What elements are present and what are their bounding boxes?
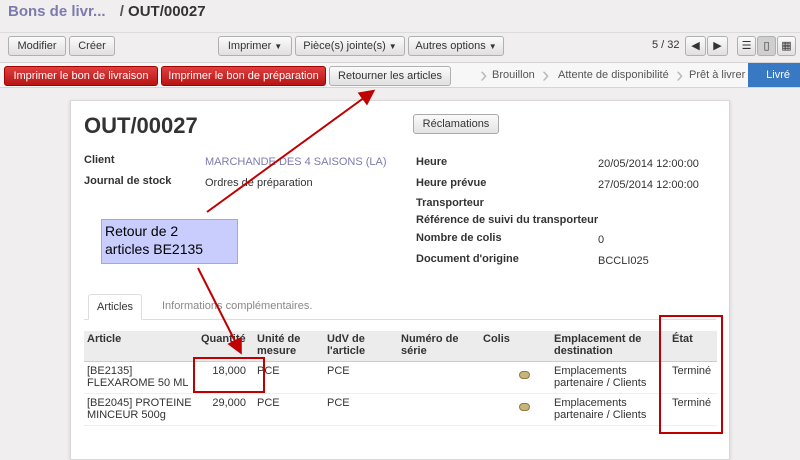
column-header-colis[interactable]: Colis — [480, 331, 551, 362]
annotation-callout: Retour de 2 articles BE2135 — [101, 219, 238, 264]
calendar-view-button[interactable]: ▦ — [777, 36, 796, 56]
cell-serie — [398, 361, 480, 394]
creer-button[interactable]: Créer — [69, 36, 115, 56]
arrow-left-icon: ◀ — [691, 40, 700, 52]
status-bar: Imprimer le bon de livraison Imprimer le… — [0, 62, 800, 88]
previous-record-button[interactable]: ◀ — [685, 36, 706, 56]
nombre-colis-value: 0 — [598, 234, 605, 246]
autres-label: Autres options — [415, 40, 486, 52]
column-header-article[interactable]: Article — [84, 331, 198, 362]
quantity-highlight-box — [193, 357, 265, 393]
pieces-label: Pièce(s) jointe(s) — [303, 40, 386, 52]
return-items-label: Retourner les articles — [338, 70, 442, 82]
stage-attente[interactable]: Attente de disponibilité — [558, 63, 669, 87]
journal-value: Ordres de préparation — [205, 177, 313, 189]
print-prep-label: Imprimer le bon de préparation — [168, 70, 319, 82]
form-icon: ▯ — [763, 40, 770, 52]
tab-bar: Articles Informations complémentaires. — [84, 294, 716, 320]
print-delivery-label: Imprimer le bon de livraison — [13, 70, 149, 82]
heure-value: 20/05/2014 12:00:00 — [598, 158, 699, 170]
modifier-label: Modifier — [17, 40, 57, 52]
column-header-emplacement[interactable]: Emplacement de destination — [551, 331, 669, 362]
document-origine-label: Document d'origine — [416, 253, 519, 265]
autres-options-dropdown[interactable]: Autres options ▼ — [408, 36, 504, 56]
client-label: Client — [84, 154, 115, 166]
pieces-jointes-dropdown[interactable]: Pièce(s) jointe(s) ▼ — [295, 36, 405, 56]
articles-table: Article Quantité Unité de mesure UdV de … — [84, 331, 717, 426]
calendar-icon: ▦ — [781, 40, 792, 52]
annotation-line-1: Retour de 2 — [105, 223, 179, 239]
tab-articles[interactable]: Articles — [88, 294, 143, 320]
document-origine-value: BCCLI025 — [598, 255, 649, 267]
cell-article: [BE2045] PROTEINE MINCEUR 500g — [84, 393, 198, 426]
suivi-label: Référence de suivi du transporteur — [416, 214, 599, 226]
heure-label: Heure — [416, 156, 448, 168]
journal-label: Journal de stock — [84, 175, 172, 187]
column-header-serie[interactable]: Numéro de série — [398, 331, 480, 362]
arrow-right-icon: ▶ — [713, 40, 722, 52]
table-row[interactable]: [BE2135] FLEXAROME 50 ML 18,000 PCE PCE … — [84, 361, 717, 394]
creer-label: Créer — [78, 40, 106, 52]
print-delivery-button[interactable]: Imprimer le bon de livraison — [4, 66, 158, 86]
stage-chevron-icon: › — [480, 62, 488, 87]
cell-udv: PCE — [324, 393, 398, 426]
table-row[interactable]: [BE2045] PROTEINE MINCEUR 500g 29,000 PC… — [84, 393, 717, 426]
stage-chevron-icon: › — [676, 62, 684, 87]
list-icon: ☰ — [741, 40, 752, 52]
imprimer-dropdown[interactable]: Imprimer ▼ — [218, 36, 292, 56]
modifier-button[interactable]: Modifier — [8, 36, 66, 56]
cell-udv: PCE — [324, 361, 398, 394]
table-header-row: Article Quantité Unité de mesure UdV de … — [84, 331, 717, 362]
stage-brouillon[interactable]: Brouillon — [492, 63, 535, 87]
list-view-button[interactable]: ☰ — [737, 36, 756, 56]
tab-infos[interactable]: Informations complémentaires. — [162, 294, 312, 320]
return-items-button[interactable]: Retourner les articles — [329, 66, 451, 86]
chevron-down-icon: ▼ — [274, 42, 283, 51]
cell-emplacement: Emplacements partenaire / Clients — [551, 393, 669, 426]
stage-pret[interactable]: Prêt à livrer — [689, 63, 745, 87]
cell-unite: PCE — [254, 393, 324, 426]
client-link[interactable]: MARCHANDE DES 4 SAISONS (LA) — [205, 156, 387, 168]
heure-prevue-value: 27/05/2014 12:00:00 — [598, 179, 699, 191]
reclamations-button[interactable]: Réclamations — [413, 114, 499, 134]
cell-emplacement: Emplacements partenaire / Clients — [551, 361, 669, 394]
transporteur-label: Transporteur — [416, 197, 484, 209]
imprimer-label: Imprimer — [227, 40, 272, 52]
print-prep-button[interactable]: Imprimer le bon de préparation — [161, 66, 326, 86]
form-sheet: OUT/00027 Réclamations Client MARCHANDE … — [70, 100, 730, 460]
chevron-down-icon: ▼ — [388, 42, 397, 51]
breadcrumb-separator: / — [119, 3, 124, 20]
heure-prevue-label: Heure prévue — [416, 177, 487, 189]
cell-serie — [398, 393, 480, 426]
cell-colis — [480, 393, 551, 426]
column-header-udv[interactable]: UdV de l'article — [324, 331, 398, 362]
cell-quantite: 29,000 — [198, 393, 254, 426]
stage-livre: Livré — [748, 63, 800, 87]
breadcrumb: Bons de livr... / OUT/00027 — [0, 0, 800, 32]
pager-count: 5 / 32 — [652, 39, 680, 51]
package-icon[interactable] — [519, 402, 530, 411]
cell-colis — [480, 361, 551, 394]
annotation-line-2: articles BE2135 — [105, 241, 204, 257]
package-icon[interactable] — [519, 370, 530, 379]
breadcrumb-current: OUT/00027 — [128, 3, 206, 20]
page-title: OUT/00027 — [84, 113, 198, 138]
form-view-button[interactable]: ▯ — [757, 36, 776, 56]
cell-article: [BE2135] FLEXAROME 50 ML — [84, 361, 198, 394]
chevron-down-icon: ▼ — [488, 42, 497, 51]
stage-chevron-icon: › — [542, 62, 550, 87]
breadcrumb-parent-link[interactable]: Bons de livr... — [8, 3, 106, 20]
nombre-colis-label: Nombre de colis — [416, 232, 502, 244]
reclamations-label: Réclamations — [422, 118, 490, 130]
etat-highlight-box — [659, 315, 723, 434]
next-record-button[interactable]: ▶ — [707, 36, 728, 56]
